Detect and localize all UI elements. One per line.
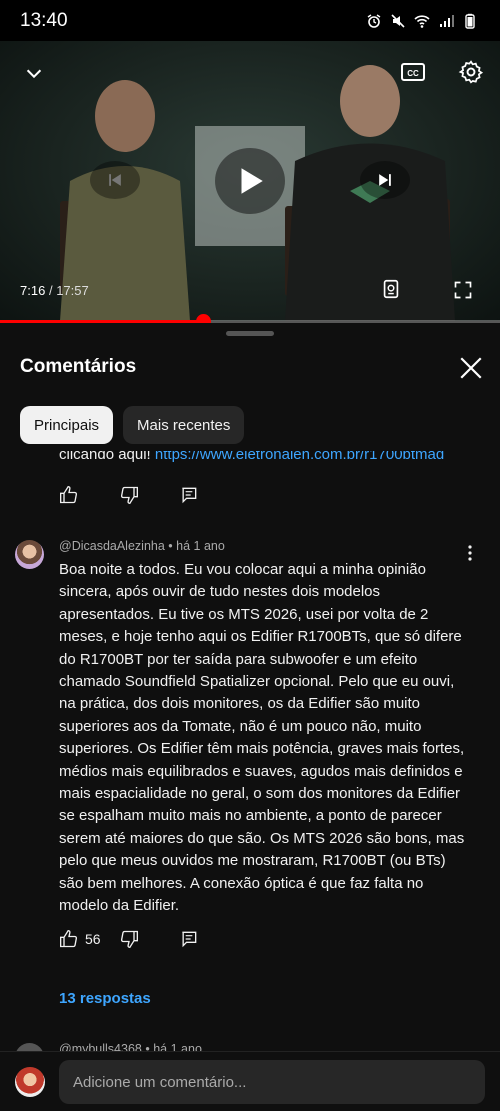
collapse-button[interactable] bbox=[22, 61, 46, 85]
comments-sheet: Comentários Principais Mais recentes cli… bbox=[0, 323, 500, 1111]
play-icon bbox=[241, 168, 263, 194]
comment-age: há 1 ano bbox=[176, 539, 225, 553]
comment-author[interactable]: @mybulls4368 bbox=[59, 1042, 142, 1051]
gear-icon bbox=[458, 60, 484, 84]
like-button[interactable]: 56 bbox=[59, 929, 101, 949]
status-bar: 13:40 bbox=[0, 0, 500, 41]
settings-button[interactable] bbox=[458, 59, 484, 85]
captions-button[interactable]: CC bbox=[400, 60, 426, 84]
time-readout: 7:16 / 17:57 bbox=[20, 283, 89, 298]
voice-button[interactable] bbox=[380, 278, 402, 300]
status-time: 13:40 bbox=[20, 9, 68, 31]
reply-button[interactable] bbox=[179, 485, 199, 505]
voice-icon bbox=[383, 279, 399, 299]
next-button[interactable] bbox=[360, 161, 410, 199]
sort-chips: Principais Mais recentes bbox=[20, 406, 245, 444]
fullscreen-button[interactable] bbox=[452, 279, 474, 301]
like-count: 56 bbox=[85, 931, 101, 947]
thumbs-up-icon bbox=[60, 929, 78, 948]
comment-actions: 56 bbox=[59, 929, 199, 949]
thumbs-down-icon bbox=[120, 486, 138, 505]
dislike-button[interactable] bbox=[119, 485, 139, 505]
signal-icon bbox=[440, 14, 454, 27]
meta-dot: • bbox=[145, 1042, 150, 1051]
comment-text: Boa noite a todos. Eu vou colocar aqui a… bbox=[59, 561, 465, 915]
close-icon bbox=[460, 357, 482, 379]
duration: 17:57 bbox=[56, 283, 89, 298]
chevron-down-icon bbox=[26, 69, 42, 79]
svg-text:CC: CC bbox=[407, 69, 419, 78]
reply-icon bbox=[181, 931, 196, 948]
avatar[interactable] bbox=[15, 540, 44, 569]
thumbs-down-icon bbox=[120, 930, 138, 949]
mute-icon bbox=[391, 13, 405, 28]
avatar[interactable] bbox=[15, 1043, 44, 1051]
player-controls: CC 7:16 / 17:57 bbox=[0, 41, 500, 321]
replies-link[interactable]: 13 respostas bbox=[59, 990, 151, 1007]
skip-previous-icon bbox=[109, 174, 121, 186]
partial-comment-link[interactable]: https://www.eletronalen.com.br/r1700btma… bbox=[155, 451, 444, 463]
time-separator: / bbox=[48, 283, 53, 298]
video-player[interactable]: CC 7:16 / 17:57 bbox=[0, 41, 500, 321]
comment-input[interactable]: Adicione um comentário... bbox=[59, 1060, 485, 1104]
current-time: 7:16 bbox=[20, 283, 46, 298]
partial-comment-actions bbox=[59, 485, 199, 505]
sheet-title: Comentários bbox=[20, 356, 137, 377]
comment-meta: @DicasdaAlezinha • há 1 ano bbox=[59, 539, 225, 553]
user-avatar[interactable] bbox=[15, 1067, 45, 1097]
reply-button[interactable] bbox=[179, 929, 199, 949]
skip-next-icon bbox=[379, 174, 391, 186]
meta-dot: • bbox=[168, 539, 173, 553]
status-icons bbox=[366, 13, 478, 29]
comment-meta: @mybulls4368 • há 1 ano bbox=[59, 1042, 202, 1051]
comment-age: há 1 ano bbox=[153, 1042, 202, 1051]
comment-composer: Adicione um comentário... bbox=[0, 1051, 500, 1111]
alarm-icon bbox=[367, 13, 381, 28]
thumbs-up-icon bbox=[60, 485, 78, 504]
previous-button[interactable] bbox=[90, 161, 140, 199]
dislike-button[interactable] bbox=[119, 929, 139, 949]
chip-mais-recentes[interactable]: Mais recentes bbox=[123, 406, 245, 444]
fullscreen-icon bbox=[454, 281, 472, 299]
chip-principais[interactable]: Principais bbox=[20, 406, 114, 444]
wifi-icon bbox=[414, 14, 430, 28]
drag-handle[interactable] bbox=[226, 331, 274, 336]
comment-author[interactable]: @DicasdaAlezinha bbox=[59, 539, 165, 553]
like-button[interactable] bbox=[59, 485, 79, 505]
reply-icon bbox=[182, 487, 197, 504]
battery-icon bbox=[465, 13, 475, 29]
partial-comment-text: clicando aqui! bbox=[59, 451, 155, 463]
close-button[interactable] bbox=[458, 355, 484, 381]
closed-captions-icon: CC bbox=[401, 63, 425, 81]
play-button[interactable] bbox=[215, 148, 285, 214]
comments-list[interactable]: clicando aqui! https://www.eletronalen.c… bbox=[0, 451, 500, 1051]
partial-comment-line: clicando aqui! https://www.eletronalen.c… bbox=[59, 451, 444, 463]
